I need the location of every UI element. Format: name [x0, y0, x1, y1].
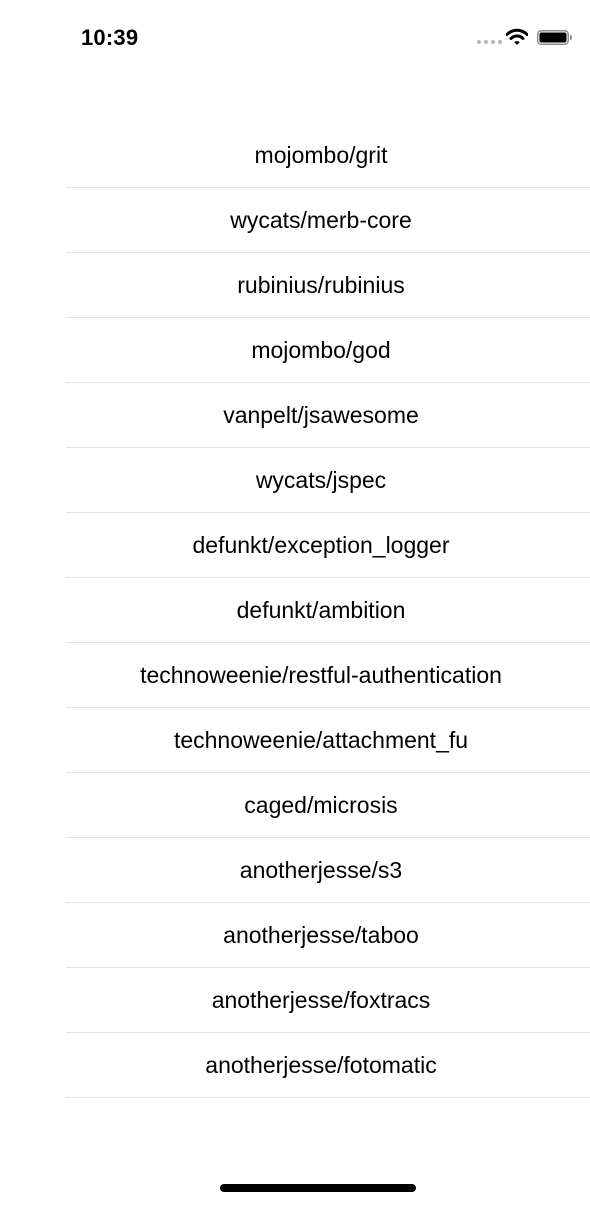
repository-row[interactable]: defunkt/exception_logger [66, 513, 590, 578]
repository-name: defunkt/exception_logger [192, 531, 450, 558]
repository-row[interactable]: wycats/jspec [66, 448, 590, 513]
repository-name: caged/microsis [244, 791, 398, 818]
repository-name: rubinius/rubinius [237, 271, 405, 298]
repository-name: wycats/jspec [255, 466, 387, 493]
signal-dots-icon [477, 40, 503, 44]
status-time: 10:39 [81, 25, 139, 50]
repository-row[interactable]: wycats/merb-core [66, 188, 590, 253]
repository-name: technoweenie/restful-authentication [140, 661, 502, 688]
repository-row[interactable]: rubinius/rubinius [66, 253, 590, 318]
repository-row[interactable]: anotherjesse/taboo [66, 903, 590, 968]
repository-row[interactable]: anotherjesse/foxtracs [66, 968, 590, 1033]
repository-name: defunkt/ambition [236, 596, 406, 623]
repository-name: anotherjesse/s3 [239, 856, 403, 883]
repository-row[interactable]: technoweenie/attachment_fu [66, 708, 590, 773]
repository-name: anotherjesse/foxtracs [211, 986, 431, 1013]
repository-name: anotherjesse/fotomatic [205, 1051, 437, 1078]
wifi-icon [506, 28, 528, 45]
battery-icon [537, 30, 572, 45]
repository-name: wycats/merb-core [230, 206, 412, 233]
status-bar: 10:39 [0, 0, 590, 80]
home-indicator[interactable] [220, 1184, 416, 1192]
repository-name: anotherjesse/taboo [223, 921, 419, 948]
repository-row[interactable]: mojombo/grit [66, 123, 590, 188]
repository-row[interactable]: anotherjesse/fotomatic [66, 1033, 590, 1098]
repository-row[interactable]: defunkt/ambition [66, 578, 590, 643]
repository-row[interactable]: anotherjesse/s3 [66, 838, 590, 903]
repository-row[interactable]: caged/microsis [66, 773, 590, 838]
repository-name: mojombo/god [251, 336, 391, 363]
repository-row[interactable]: technoweenie/restful-authentication [66, 643, 590, 708]
repository-name: vanpelt/jsawesome [223, 401, 419, 428]
repository-row[interactable]: mojombo/god [66, 318, 590, 383]
repository-list: mojombo/grit wycats/merb-core rubinius/rub… [66, 123, 590, 1098]
repository-name: mojombo/grit [254, 141, 388, 168]
repository-row[interactable]: vanpelt/jsawesome [66, 383, 590, 448]
repository-name: technoweenie/attachment_fu [173, 726, 469, 753]
